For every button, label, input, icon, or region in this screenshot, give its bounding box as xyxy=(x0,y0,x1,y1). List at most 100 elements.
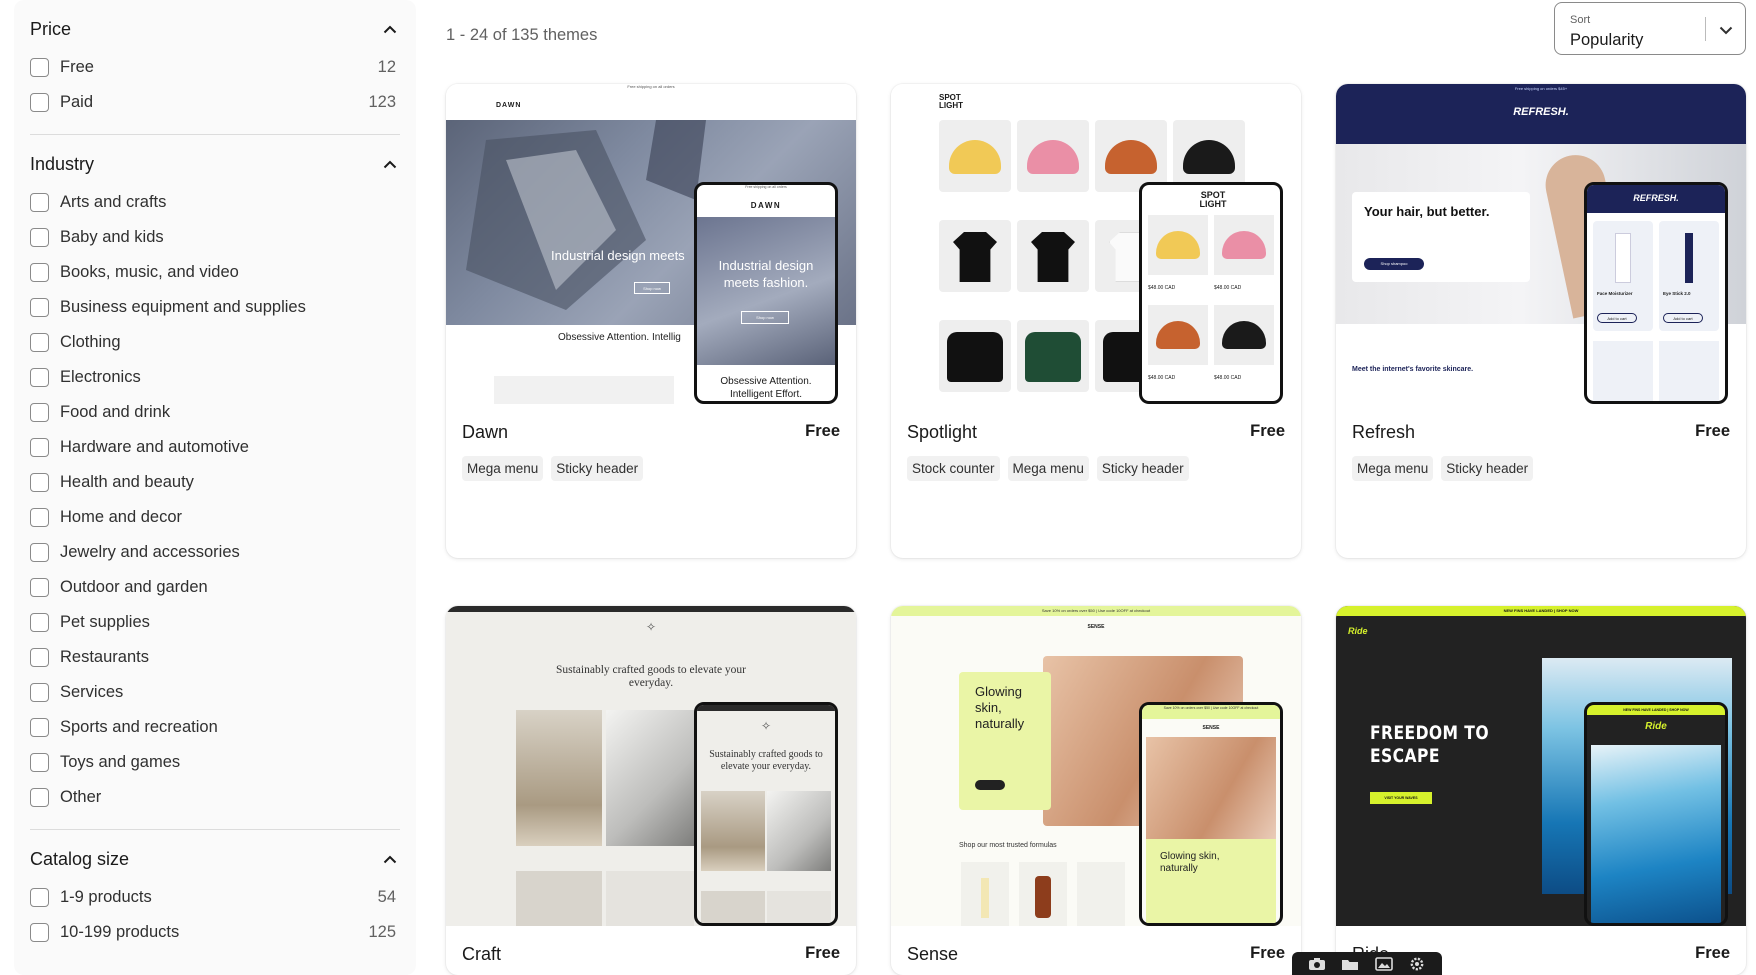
industry-option[interactable]: Toys and games xyxy=(30,745,400,780)
preview-price: $48.00 CAD xyxy=(1214,375,1242,381)
theme-preview-refresh[interactable]: Free shipping on orders $45+ REFRESH. Yo… xyxy=(1336,84,1746,404)
image-icon[interactable] xyxy=(1374,956,1393,971)
preview-brand: SPOT LIGHT xyxy=(939,93,963,110)
filter-sidebar: Price Free 12 Paid 123 Industry Arts and c… xyxy=(14,0,416,975)
industry-option[interactable]: Hardware and automotive xyxy=(30,430,400,465)
camera-icon[interactable] xyxy=(1308,957,1326,971)
checkbox[interactable] xyxy=(30,788,49,807)
industry-option[interactable]: Business equipment and supplies xyxy=(30,290,400,325)
preview-phone-dawn: Free shipping on all orders DAWN Industr… xyxy=(694,182,838,404)
preview-brand: SPOT LIGHT xyxy=(1199,190,1227,209)
industry-option[interactable]: Pet supplies xyxy=(30,605,400,640)
checkbox[interactable] xyxy=(30,718,49,737)
chevron-up-icon[interactable] xyxy=(380,849,400,869)
catalog-filter-header[interactable]: Catalog size xyxy=(30,844,400,874)
theme-name[interactable]: Refresh xyxy=(1352,422,1415,443)
feature-tag: Mega menu xyxy=(462,456,544,481)
theme-card-sense[interactable]: Save 10% on orders over $50 | Use code 1… xyxy=(891,606,1301,975)
theme-price: Free xyxy=(1250,944,1285,962)
preview-phone-craft: ✧ Sustainably crafted goods to elevate y… xyxy=(694,702,838,926)
theme-name[interactable]: Spotlight xyxy=(907,422,977,443)
checkbox[interactable] xyxy=(30,93,49,112)
theme-preview-spotlight[interactable]: SPOT LIGHT SPOT LIGHT $48.00 CAD $48.00 … xyxy=(891,84,1301,404)
theme-name[interactable]: Dawn xyxy=(462,422,508,443)
theme-price: Free xyxy=(1250,422,1285,440)
chevron-up-icon[interactable] xyxy=(380,154,400,174)
checkbox[interactable] xyxy=(30,228,49,247)
checkbox[interactable] xyxy=(30,438,49,457)
industry-option[interactable]: Jewelry and accessories xyxy=(30,535,400,570)
preview-banner: NEW FINS HAVE LANDED | SHOP NOW xyxy=(1336,606,1746,616)
industry-option[interactable]: Home and decor xyxy=(30,500,400,535)
theme-card-dawn[interactable]: Free shipping on all orders DAWN Industr… xyxy=(446,84,856,558)
preview-header: Free shipping on orders $45+ REFRESH. xyxy=(1336,84,1746,144)
theme-preview-ride[interactable]: NEW FINS HAVE LANDED | SHOP NOW Ride FRE… xyxy=(1336,606,1746,926)
industry-filter-header[interactable]: Industry xyxy=(30,149,400,179)
checkbox[interactable] xyxy=(30,648,49,667)
checkbox[interactable] xyxy=(30,543,49,562)
checkbox[interactable] xyxy=(30,403,49,422)
theme-preview-craft[interactable]: ✧ Sustainably crafted goods to elevate y… xyxy=(446,606,856,926)
checkbox[interactable] xyxy=(30,578,49,597)
industry-option[interactable]: Other xyxy=(30,780,400,815)
theme-tags: Stock counter Mega menu Sticky header xyxy=(907,456,1189,481)
theme-preview-dawn[interactable]: Free shipping on all orders DAWN Industr… xyxy=(446,84,856,404)
price-option-paid[interactable]: Paid 123 xyxy=(30,85,400,120)
checkbox[interactable] xyxy=(30,263,49,282)
industry-option[interactable]: Outdoor and garden xyxy=(30,570,400,605)
divider xyxy=(1705,17,1706,41)
price-filter-title: Price xyxy=(30,18,72,39)
checkbox[interactable] xyxy=(30,298,49,317)
theme-card-spotlight[interactable]: SPOT LIGHT SPOT LIGHT $48.00 CAD $48.00 … xyxy=(891,84,1301,558)
folder-icon[interactable] xyxy=(1341,957,1359,971)
theme-card-refresh[interactable]: Free shipping on orders $45+ REFRESH. Yo… xyxy=(1336,84,1746,558)
checkbox[interactable] xyxy=(30,193,49,212)
catalog-option[interactable]: 10-199 products 125 xyxy=(30,915,400,950)
feature-tag: Stock counter xyxy=(907,456,1000,481)
preview-add-to-cart: Add to cart xyxy=(1663,313,1703,323)
theme-card-craft[interactable]: ✧ Sustainably crafted goods to elevate y… xyxy=(446,606,856,975)
preview-phone-refresh: REFRESH. Face Moisturizer Eye Stick 2.0 … xyxy=(1584,182,1728,404)
theme-name[interactable]: Craft xyxy=(462,944,501,965)
theme-preview-sense[interactable]: Save 10% on orders over $50 | Use code 1… xyxy=(891,606,1301,926)
preview-phone-spotlight: SPOT LIGHT $48.00 CAD $48.00 CAD $48.00 … xyxy=(1139,182,1283,404)
feature-tag: Mega menu xyxy=(1007,456,1089,481)
industry-option[interactable]: Restaurants xyxy=(30,640,400,675)
checkbox[interactable] xyxy=(30,753,49,772)
gear-icon[interactable] xyxy=(1408,957,1426,971)
preview-shop-button: Shop shampoo xyxy=(1364,258,1424,270)
checkbox[interactable] xyxy=(30,368,49,387)
checkbox[interactable] xyxy=(30,473,49,492)
preview-subheading: Shop our most trusted formulas xyxy=(959,842,1057,849)
industry-option[interactable]: Health and beauty xyxy=(30,465,400,500)
industry-option[interactable]: Electronics xyxy=(30,360,400,395)
price-option-free[interactable]: Free 12 xyxy=(30,50,400,85)
preview-product-image xyxy=(606,871,694,926)
industry-option[interactable]: Arts and crafts xyxy=(30,185,400,220)
price-filter-header[interactable]: Price xyxy=(30,14,400,44)
checkbox[interactable] xyxy=(30,613,49,632)
preview-hero-text: Glowing skin, naturally xyxy=(975,684,1025,731)
sort-select[interactable]: Sort Popularity xyxy=(1554,2,1746,55)
checkbox[interactable] xyxy=(30,683,49,702)
industry-option[interactable]: Books, music, and video xyxy=(30,255,400,290)
preview-hero-text: Sustainably crafted goods to elevate you… xyxy=(709,749,823,772)
checkbox[interactable] xyxy=(30,923,49,942)
industry-option[interactable]: Food and drink xyxy=(30,395,400,430)
preview-brand: REFRESH. xyxy=(1633,193,1679,203)
chevron-up-icon[interactable] xyxy=(380,19,400,39)
industry-option[interactable]: Sports and recreation xyxy=(30,710,400,745)
checkbox[interactable] xyxy=(30,58,49,77)
checkbox[interactable] xyxy=(30,888,49,907)
industry-option[interactable]: Services xyxy=(30,675,400,710)
catalog-option[interactable]: 1-9 products 54 xyxy=(30,880,400,915)
theme-name[interactable]: Sense xyxy=(907,944,958,965)
theme-tags: Mega menu Sticky header xyxy=(462,456,644,481)
checkbox[interactable] xyxy=(30,508,49,527)
industry-option[interactable]: Baby and kids xyxy=(30,220,400,255)
checkbox[interactable] xyxy=(30,333,49,352)
sort-value: Popularity xyxy=(1570,31,1644,49)
theme-card-ride[interactable]: NEW FINS HAVE LANDED | SHOP NOW Ride FRE… xyxy=(1336,606,1746,975)
industry-option[interactable]: Clothing xyxy=(30,325,400,360)
preview-banner: Free shipping on orders $45+ xyxy=(1514,86,1568,91)
